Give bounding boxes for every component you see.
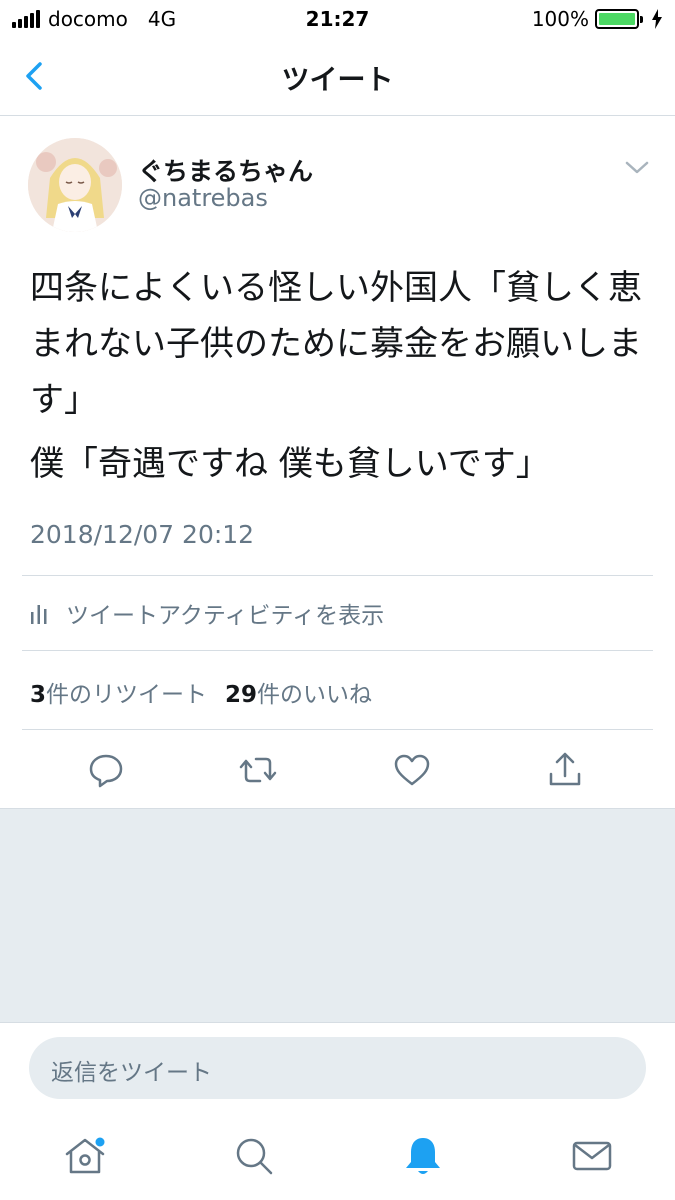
notifications-icon[interactable] (399, 1132, 447, 1180)
tweet-header: ぐちまるちゃん @natrebas (0, 116, 675, 236)
avatar-image (28, 138, 122, 232)
avatar[interactable] (28, 138, 122, 232)
tweet-paragraph: 僕「奇遇ですね 僕も貧しいです」 (30, 444, 550, 484)
tweet-actions (0, 730, 675, 808)
tweet-text: 四条によくいる怪しい外国人「貧しく恵まれない子供のために募金をお願いします」 僕… (30, 260, 650, 492)
like-icon[interactable] (392, 750, 432, 790)
reply-icon[interactable] (86, 750, 126, 790)
like-stat[interactable]: 29件のいいね (225, 675, 372, 709)
reply-input[interactable]: 返信をツイート (29, 1037, 646, 1099)
divider (22, 575, 653, 576)
reply-bar: 返信をツイート (0, 1022, 675, 1112)
retweet-stat[interactable]: 3件のリツイート (30, 675, 207, 709)
charging-icon (652, 9, 662, 29)
tweet-activity-link[interactable]: ツイートアクティビティを表示 (30, 595, 384, 631)
page-title: ツイート (281, 63, 394, 96)
like-count: 29 (225, 682, 258, 708)
retweet-icon[interactable] (238, 750, 278, 790)
battery-percent: 100% (531, 7, 589, 31)
retweet-label: 件のリツイート (46, 682, 208, 708)
chevron-down-icon[interactable] (622, 156, 652, 180)
divider (22, 650, 653, 651)
search-icon[interactable] (230, 1132, 278, 1180)
messages-icon[interactable] (568, 1132, 616, 1180)
replies-area (0, 808, 675, 1022)
share-icon[interactable] (545, 750, 585, 790)
display-name[interactable]: ぐちまるちゃん (138, 152, 313, 188)
status-bar: docomo 4G 21:27 100% (0, 0, 675, 38)
home-icon[interactable] (61, 1132, 109, 1180)
status-right: 100% (532, 7, 663, 31)
tweet-paragraph: 四条によくいる怪しい外国人「貧しく恵まれない子供のために募金をお願いします」 (30, 268, 642, 420)
engagement-stats: 3件のリツイート 29件のいいね (30, 674, 372, 710)
activity-label: ツイートアクティビティを表示 (66, 603, 385, 629)
retweet-count: 3 (30, 682, 47, 708)
tab-bar (0, 1112, 675, 1200)
analytics-icon (31, 605, 47, 624)
user-handle[interactable]: @natrebas (138, 184, 268, 212)
tweet-timestamp: 2018/12/07 20:12 (30, 520, 255, 549)
nav-bar: ツイート (0, 38, 675, 116)
battery-icon (595, 9, 643, 29)
like-label: 件のいいね (257, 682, 373, 708)
